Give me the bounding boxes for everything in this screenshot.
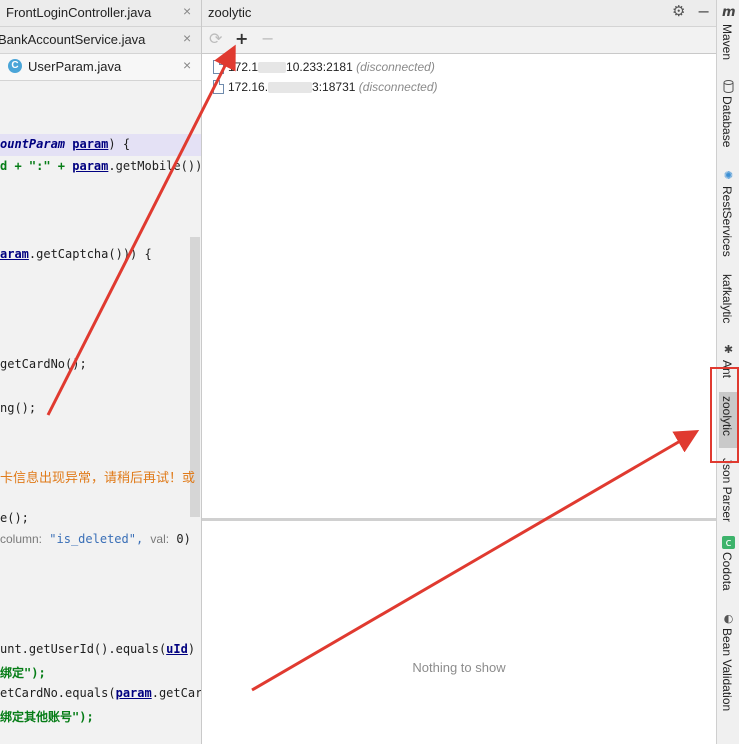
annotation-arrows (46, 44, 700, 692)
arrow-to-add-button (46, 44, 236, 416)
arrow-to-zoolytic-tab (251, 429, 700, 692)
